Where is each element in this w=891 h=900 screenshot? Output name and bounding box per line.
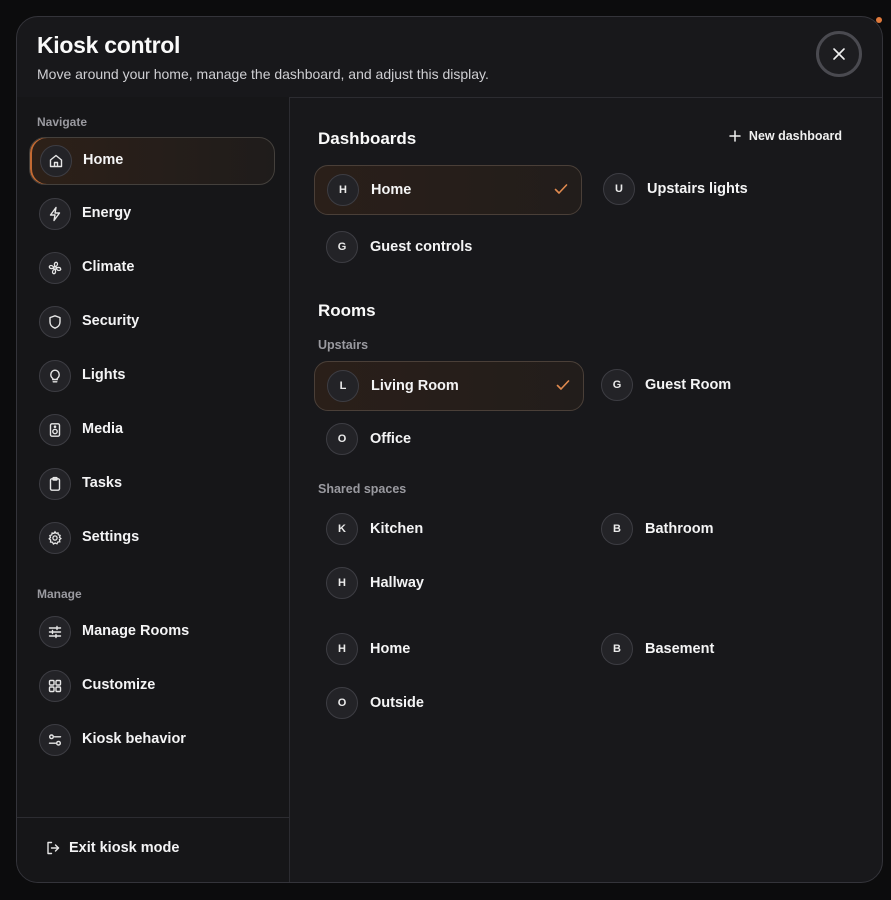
home-icon xyxy=(40,145,72,177)
sidebar-item-security[interactable]: Security xyxy=(29,299,275,347)
dashboard-tile-home[interactable]: H Home xyxy=(314,165,582,215)
sidebar-item-label: Lights xyxy=(82,367,126,383)
dashboard-label: Upstairs lights xyxy=(647,181,748,197)
dialog-header: Kiosk control Move around your home, man… xyxy=(17,17,882,98)
sidebar-item-manage-rooms[interactable]: Manage Rooms xyxy=(29,609,275,657)
sidebar: Navigate Home Energy Climate Security Li… xyxy=(17,97,290,882)
check-icon xyxy=(556,380,570,390)
room-tile-living-room[interactable]: L Living Room xyxy=(314,361,584,411)
room-initial-badge: B xyxy=(601,633,633,665)
sidebar-item-label: Security xyxy=(82,313,140,329)
clipboard-icon xyxy=(39,468,71,500)
sidebar-item-label: Climate xyxy=(82,259,135,275)
shared-spaces-group-label: Shared spaces xyxy=(318,482,407,496)
room-tile-guest-room[interactable]: G Guest Room xyxy=(589,361,857,411)
dashboard-tile-guest-controls[interactable]: G Guest controls xyxy=(314,223,582,273)
sidebar-item-label: Customize xyxy=(82,677,156,693)
new-dashboard-label: New dashboard xyxy=(748,129,842,143)
main-content: Dashboards New dashboard H Home U Upstai… xyxy=(290,97,882,882)
sidebar-item-kiosk-behavior[interactable]: Kiosk behavior xyxy=(29,717,275,765)
dashboard-label: Home xyxy=(371,182,412,198)
sidebar-item-customize[interactable]: Customize xyxy=(29,663,275,711)
room-label: Living Room xyxy=(371,378,459,394)
lightbulb-icon xyxy=(39,360,71,392)
dashboard-initial-badge: U xyxy=(603,173,635,205)
manage-section-label: Manage xyxy=(37,587,82,601)
sidebar-item-label: Media xyxy=(82,421,124,437)
room-tile-office[interactable]: O Office xyxy=(314,415,582,465)
close-button[interactable] xyxy=(816,31,862,77)
room-initial-badge: K xyxy=(326,513,358,545)
fan-icon xyxy=(39,252,71,284)
room-tile-home[interactable]: H Home xyxy=(314,625,582,675)
room-tile-hallway[interactable]: H Hallway xyxy=(314,559,582,609)
room-label: Home xyxy=(370,641,411,657)
room-tile-bathroom[interactable]: B Bathroom xyxy=(589,505,857,555)
room-initial-badge: G xyxy=(601,369,633,401)
room-tile-kitchen[interactable]: K Kitchen xyxy=(314,505,582,555)
shield-icon xyxy=(39,306,71,338)
speaker-icon xyxy=(39,414,71,446)
plus-icon xyxy=(729,130,741,142)
room-initial-badge: O xyxy=(326,687,358,719)
room-initial-badge: O xyxy=(326,423,358,455)
upstairs-group-label: Upstairs xyxy=(318,338,369,352)
room-label: Guest Room xyxy=(645,377,732,393)
lightning-icon xyxy=(39,198,71,230)
check-icon xyxy=(554,184,568,194)
dashboards-heading: Dashboards xyxy=(318,129,417,148)
toggles-icon xyxy=(39,724,71,756)
room-initial-badge: L xyxy=(327,370,359,402)
dashboard-label: Guest controls xyxy=(370,239,473,255)
new-dashboard-button[interactable]: New dashboard xyxy=(729,129,842,143)
exit-icon xyxy=(47,841,60,855)
dashboard-initial-badge: H xyxy=(327,174,359,206)
dashboard-tile-upstairs-lights[interactable]: U Upstairs lights xyxy=(591,165,859,215)
exit-kiosk-label: Exit kiosk mode xyxy=(69,840,180,856)
sidebar-item-label: Home xyxy=(83,152,124,168)
sidebar-item-climate[interactable]: Climate xyxy=(29,245,275,293)
room-label: Basement xyxy=(645,641,715,657)
room-label: Hallway xyxy=(370,575,424,591)
room-tile-outside[interactable]: O Outside xyxy=(314,679,582,729)
navigate-section-label: Navigate xyxy=(37,115,88,129)
sidebar-item-settings[interactable]: Settings xyxy=(29,515,275,563)
room-initial-badge: H xyxy=(326,633,358,665)
dialog-subtitle: Move around your home, manage the dashbo… xyxy=(37,66,489,82)
room-label: Kitchen xyxy=(370,521,424,537)
sidebar-item-label: Settings xyxy=(82,529,140,545)
room-label: Office xyxy=(370,431,412,447)
exit-kiosk-button[interactable]: Exit kiosk mode xyxy=(45,840,179,856)
room-label: Bathroom xyxy=(645,521,714,537)
sidebar-item-label: Manage Rooms xyxy=(82,623,190,639)
dashboard-initial-badge: G xyxy=(326,231,358,263)
gear-icon xyxy=(39,522,71,554)
grid-icon xyxy=(39,670,71,702)
sidebar-item-label: Tasks xyxy=(82,475,123,491)
close-icon xyxy=(833,48,845,60)
sidebar-footer: Exit kiosk mode xyxy=(17,817,289,882)
sidebar-item-lights[interactable]: Lights xyxy=(29,353,275,401)
room-initial-badge: B xyxy=(601,513,633,545)
room-tile-basement[interactable]: B Basement xyxy=(589,625,857,675)
kiosk-control-dialog: Kiosk control Move around your home, man… xyxy=(16,16,883,883)
sliders-icon xyxy=(39,616,71,648)
sidebar-item-media[interactable]: Media xyxy=(29,407,275,455)
dialog-title: Kiosk control xyxy=(37,32,181,58)
sidebar-item-home[interactable]: Home xyxy=(29,137,275,185)
sidebar-item-label: Kiosk behavior xyxy=(82,731,186,747)
room-label: Outside xyxy=(370,695,424,711)
sidebar-item-label: Energy xyxy=(82,205,132,221)
sidebar-item-tasks[interactable]: Tasks xyxy=(29,461,275,509)
room-initial-badge: H xyxy=(326,567,358,599)
sidebar-item-energy[interactable]: Energy xyxy=(29,191,275,239)
rooms-heading: Rooms xyxy=(318,301,376,320)
